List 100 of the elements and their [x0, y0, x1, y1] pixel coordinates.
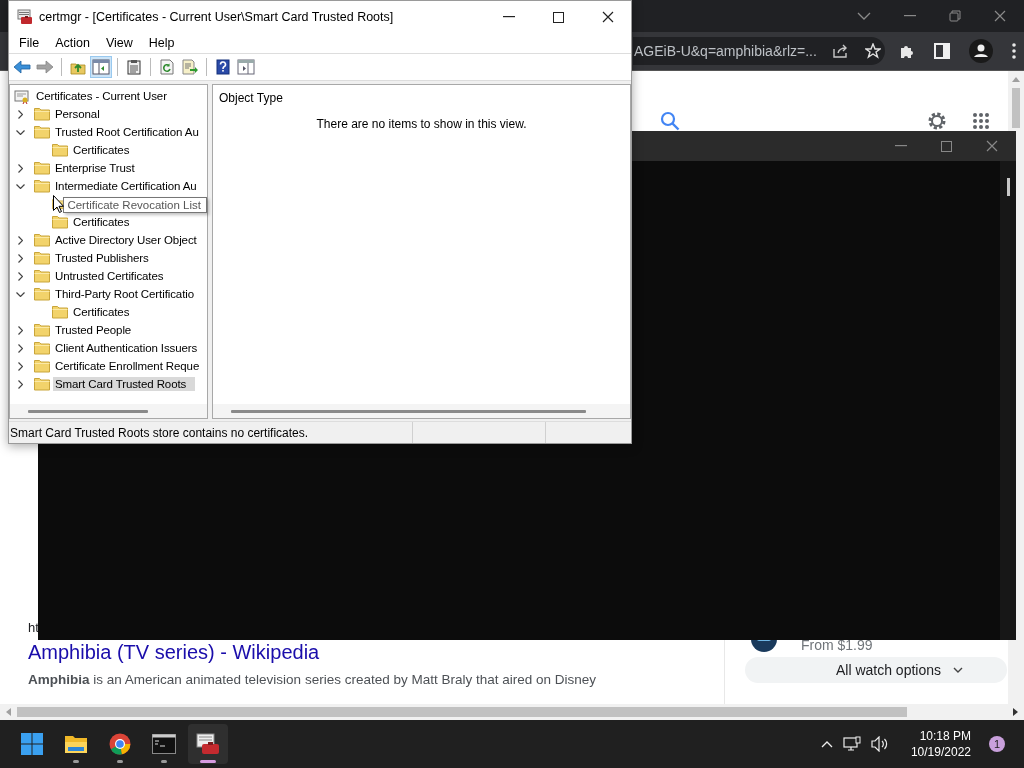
chevron-down-icon [953, 667, 963, 673]
folder-icon [52, 305, 68, 319]
menu-icon[interactable] [1012, 43, 1016, 59]
window-panes-icon [92, 59, 110, 75]
chevron-down-icon[interactable] [15, 183, 25, 189]
chevron-down-icon[interactable] [15, 129, 25, 135]
clock-time[interactable]: 10:18 PM [919, 728, 971, 744]
folder-icon [34, 233, 50, 247]
refresh-icon [159, 59, 175, 75]
tree-item[interactable]: Trusted Root Certification Au [53, 125, 201, 139]
watch-options-button[interactable]: All watch options [745, 657, 1007, 683]
restore-icon[interactable] [949, 10, 961, 22]
certificate-store-icon [14, 88, 30, 104]
tree-item[interactable]: Certificate Enrollment Reque [53, 359, 202, 373]
horizontal-scrollbar[interactable] [10, 404, 207, 418]
right-arrow-icon [36, 60, 54, 74]
maximize-icon[interactable] [553, 11, 564, 23]
folder-icon [34, 251, 50, 265]
tree-item[interactable]: Untrusted Certificates [53, 269, 166, 283]
taskbar-button[interactable] [188, 724, 228, 764]
chevron-down-icon[interactable] [15, 291, 25, 297]
tree-item[interactable]: Trusted People [53, 323, 134, 337]
folder-icon [34, 107, 50, 121]
tree-item[interactable]: Active Directory User Object [53, 233, 199, 247]
folder-icon [52, 143, 68, 157]
scrollbar[interactable] [1000, 161, 1016, 640]
windows-logo-icon [21, 733, 43, 755]
folder-icon [34, 161, 50, 175]
folder-icon [52, 215, 68, 229]
tree-item[interactable]: Client Authentication Issuers [53, 341, 200, 355]
empty-message: There are no items to show in this view. [316, 117, 527, 131]
star-icon[interactable] [864, 43, 881, 59]
tree-item[interactable]: Certificates [71, 305, 132, 319]
share-icon[interactable] [832, 44, 849, 58]
clipboard-icon [127, 59, 141, 75]
tab-search-icon[interactable] [857, 12, 871, 20]
browser-logo-icon [109, 733, 131, 755]
tree-item[interactable]: Smart Card Trusted Roots [53, 377, 196, 391]
menu-item[interactable]: View [97, 36, 141, 50]
column-header[interactable]: Object Type [219, 91, 283, 105]
tree-item[interactable]: Intermediate Certification Au [53, 179, 199, 193]
tree-item[interactable]: Certificates - Current User [34, 89, 169, 103]
puzzle-icon[interactable] [899, 43, 915, 59]
chevron-right-icon[interactable] [17, 325, 23, 335]
chevron-up-icon[interactable] [820, 740, 833, 748]
scrollbar-thumb[interactable] [1012, 88, 1020, 128]
window-panes-icon [237, 59, 255, 75]
chevron-right-icon[interactable] [17, 109, 23, 119]
chevron-right-icon[interactable] [17, 253, 23, 263]
folder-icon [34, 269, 50, 283]
folder-icon [34, 287, 50, 301]
search-icon[interactable] [660, 111, 680, 131]
tree-item[interactable]: Certificates [71, 215, 132, 229]
close-icon[interactable] [602, 11, 614, 23]
folder-icon [34, 377, 50, 391]
left-arrow-icon [13, 60, 31, 74]
horizontal-scrollbar[interactable] [213, 404, 630, 418]
chevron-right-icon[interactable] [17, 235, 23, 245]
result-title-link[interactable]: Amphibia (TV series) - Wikipedia [28, 638, 320, 666]
folder-icon [64, 734, 88, 754]
tree-item[interactable]: Trusted Publishers [53, 251, 151, 265]
menu-item[interactable]: Action [47, 36, 98, 50]
tree-item[interactable]: Certificates [71, 143, 132, 157]
window-title: certmgr - [Certificates - Current User\Smart Card Trusted Roots] [39, 10, 394, 24]
notification-badge[interactable]: 1 [989, 736, 1005, 752]
result-snippet: Amphibia is an American animated television series created by Matt Braly that aired on Disney [28, 671, 596, 689]
network-icon[interactable] [842, 736, 861, 752]
folder-icon [34, 359, 50, 373]
chevron-right-icon[interactable] [17, 361, 23, 371]
horizontal-scrollbar[interactable] [0, 704, 1024, 720]
volume-icon[interactable] [870, 736, 889, 752]
folder-icon [34, 341, 50, 355]
minimize-icon[interactable] [503, 16, 515, 18]
help-icon [216, 59, 230, 75]
clock-date[interactable]: 10/19/2022 [910, 744, 971, 760]
chevron-right-icon[interactable] [17, 343, 23, 353]
tree-item[interactable]: Third-Party Root Certificatio [53, 287, 196, 301]
toolbox-icon [196, 733, 220, 755]
profile-icon[interactable] [969, 39, 993, 63]
chevron-right-icon[interactable] [17, 163, 23, 173]
tooltip: Certificate Revocation List [63, 197, 207, 213]
chevron-right-icon[interactable] [17, 379, 23, 389]
side-panel-icon[interactable] [934, 43, 950, 59]
export-list-icon [181, 59, 199, 75]
folder-icon [34, 179, 50, 193]
price-text: From $1.99 [801, 637, 873, 653]
toolbox-icon [17, 9, 33, 25]
folder-icon [34, 323, 50, 337]
folder-icon [34, 125, 50, 139]
console-icon [152, 734, 176, 754]
address-bar[interactable]: AGEiB-U&q=amphibia&rlz=... [633, 37, 885, 65]
apps-grid-icon[interactable] [972, 112, 990, 130]
settings-icon[interactable] [926, 110, 948, 132]
scroll-right-arrow-icon[interactable] [1013, 708, 1018, 716]
menu-item[interactable]: File [11, 36, 48, 50]
chevron-right-icon[interactable] [17, 271, 23, 281]
menu-item[interactable]: Help [140, 36, 183, 50]
result-url: ht [28, 620, 39, 636]
tree-item[interactable]: Enterprise Trust [53, 161, 137, 175]
tree-item[interactable]: Personal [53, 107, 102, 121]
